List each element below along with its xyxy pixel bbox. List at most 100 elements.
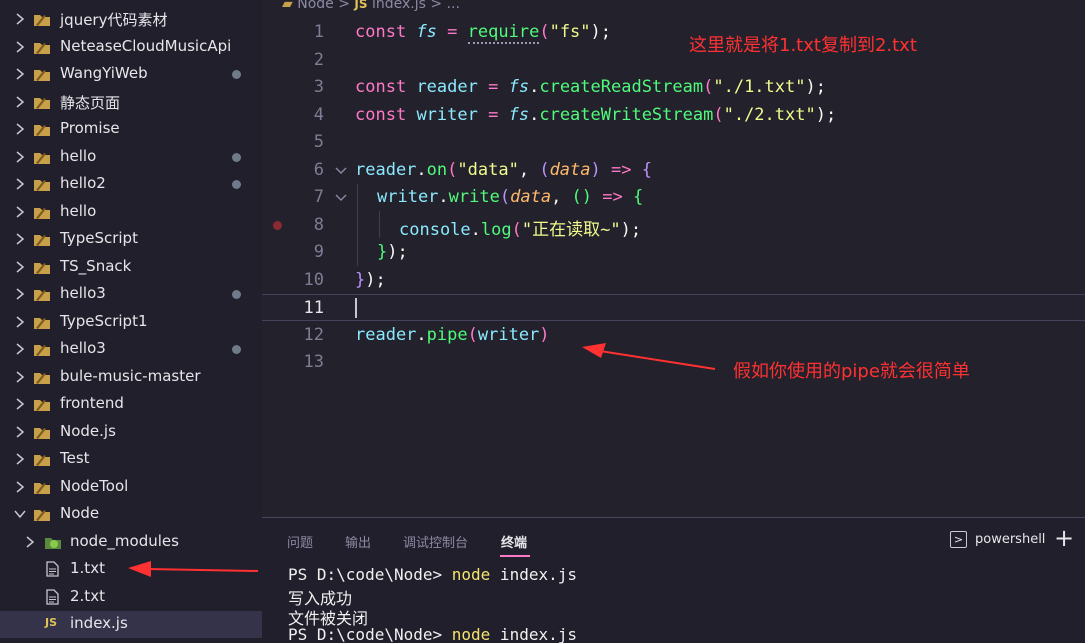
breadcrumb-folder[interactable]: Node [297,0,334,12]
explorer-item[interactable]: jquery代码素材 [0,6,262,33]
explorer-item-label: 2.txt [70,587,105,605]
explorer-item[interactable]: Node.js [0,419,262,446]
explorer-item-label: hello [60,147,97,165]
explorer-item-label: 静态页面 [60,94,121,112]
explorer-item-label: Test [60,449,90,467]
folder-icon [33,231,51,247]
annotation-pipe-note: 假如你使用的pipe就会很简单 [733,361,970,382]
folder-icon [33,11,51,27]
explorer-item[interactable]: TypeScript [0,226,262,253]
fold-chevron-icon[interactable] [334,163,348,177]
fold-chevron-icon[interactable] [334,190,348,204]
chevron-down-icon [13,506,27,522]
folder-icon [33,396,51,412]
explorer-item[interactable]: bule-music-master [0,364,262,391]
explorer-item-label: node_modules [70,532,179,550]
modified-dot-icon [232,345,241,354]
modified-dot-icon [232,290,241,299]
explorer-item[interactable]: hello3 [0,336,262,363]
chevron-right-icon [13,341,27,357]
code-text: writer.write(data, () => { [377,187,644,207]
folder-icon [33,369,51,385]
breadcrumb: ▰ Node > JS index.js > ... [282,0,460,12]
explorer-item[interactable]: NodeTool [0,474,262,501]
explorer-item-label: hello3 [60,284,106,302]
folder-icon [33,94,51,110]
code-line[interactable]: 1 const fs = require("fs"); [262,19,1085,46]
explorer-item-label: Node [60,504,100,522]
line-number: 1 [313,22,324,42]
chevron-right-icon [13,39,27,55]
line-number: 12 [303,325,324,345]
line-number: 2 [313,50,324,70]
explorer-item-node[interactable]: Node [0,501,262,528]
code-line[interactable]: 12 reader.pipe(writer) [262,322,1085,349]
chevron-right-icon [13,204,27,220]
terminal-line: PS D:\code\Node> node index.js [288,565,577,584]
code-line[interactable]: 9 }); [262,239,1085,266]
shell-name: powershell [975,532,1046,547]
code-line-current[interactable]: 11 [262,294,1085,321]
code-editor[interactable]: ▰ Node > JS index.js > ... 1 const fs = … [262,0,1085,517]
explorer-item[interactable]: frontend [0,391,262,418]
folder-icon [33,451,51,467]
explorer-item[interactable]: hello2 [0,171,262,198]
code-line[interactable]: 3 const reader = fs.createReadStream("./… [262,74,1085,101]
chevron-right-icon [13,121,27,137]
explorer-item[interactable]: NeteaseCloudMusicApi [0,34,262,61]
explorer-item[interactable]: TS_Snack [0,254,262,281]
breadcrumb-file[interactable]: index.js [372,0,426,12]
line-number: 4 [313,105,324,125]
explorer-item[interactable]: hello [0,144,262,171]
explorer-item[interactable]: hello3 [0,281,262,308]
explorer-item[interactable]: Test [0,446,262,473]
explorer-item[interactable]: 静态页面 [0,89,262,116]
terminal-shell-selector[interactable]: > powershell [950,531,1045,548]
code-line[interactable]: 10 }); [262,267,1085,294]
code-line[interactable]: 6 reader.on("data", (data) => { [262,157,1085,184]
chevron-right-icon [13,231,27,247]
explorer-item-label: 1.txt [70,559,105,577]
tab-terminal[interactable]: 终端 [501,532,527,551]
bottom-panel: 问题 输出 调试控制台 终端 > powershell + PS D:\code… [262,517,1085,643]
code-line[interactable]: 7 writer.write(data, () => { [262,184,1085,211]
explorer-item-index-js[interactable]: JS index.js [0,611,262,638]
breakpoint-icon[interactable] [273,221,282,230]
modified-dot-icon [232,153,241,162]
chevron-right-icon [13,479,27,495]
code-line[interactable]: 2 [262,47,1085,74]
chevron-right-icon [13,369,27,385]
tab-problems[interactable]: 问题 [287,532,313,551]
code-line[interactable]: 4 const writer = fs.createWriteStream(".… [262,102,1085,129]
breadcrumb-folder-icon: ▰ [282,0,293,12]
explorer-item-label: hello2 [60,174,106,192]
folder-icon [33,479,51,495]
breadcrumb-js-icon: JS [354,0,368,11]
explorer-item-label: Node.js [60,422,116,440]
tab-output[interactable]: 输出 [345,532,371,551]
modified-dot-icon [232,180,241,189]
chevron-right-icon [13,66,27,82]
explorer-item-1-txt[interactable]: 1.txt [0,556,262,583]
line-number: 7 [313,187,324,207]
explorer-item-node-modules[interactable]: node_modules [0,529,262,556]
annotation-copy-note: 这里就是将1.txt复制到2.txt [689,35,917,56]
line-number: 10 [303,270,324,290]
explorer-item-2-txt[interactable]: 2.txt [0,584,262,611]
explorer-item[interactable]: WangYiWeb [0,61,262,88]
terminal-line: PS D:\code\Node> node index.js [288,625,577,643]
code-text: const writer = fs.createWriteStream("./2… [355,105,837,125]
explorer-item[interactable]: hello [0,199,262,226]
explorer-item[interactable]: TypeScript1 [0,309,262,336]
explorer-item[interactable]: Promise [0,116,262,143]
tab-debug-console[interactable]: 调试控制台 [403,532,468,551]
chevron-right-icon [23,534,37,550]
line-number: 11 [303,298,324,318]
code-line[interactable]: 8 console.log("正在读取~"); [262,212,1085,240]
chevron-right-icon [13,451,27,467]
code-text: const fs = require("fs"); [355,22,612,44]
code-line[interactable]: 5 [262,129,1085,156]
explorer-sidebar: jquery代码素材 NeteaseCloudMusicApi WangYiWe… [0,0,262,643]
code-text: reader.pipe(writer) [355,325,550,345]
add-terminal-icon[interactable]: + [1054,524,1074,552]
